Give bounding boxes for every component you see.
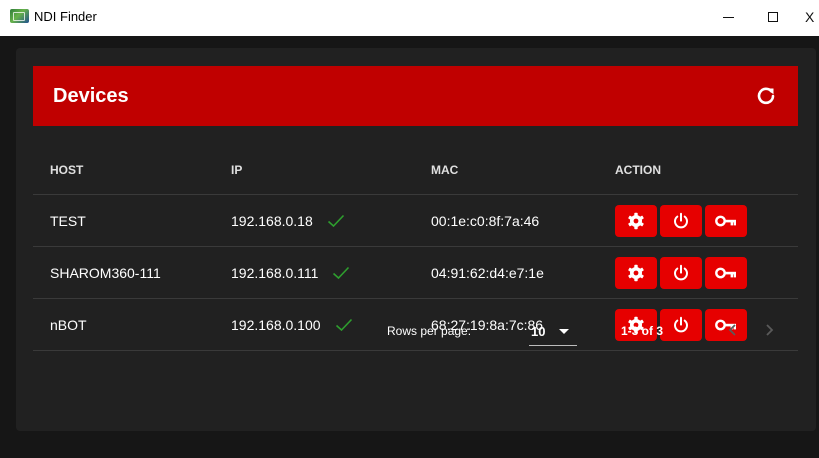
host-cell: SHAROM360-111 bbox=[50, 264, 161, 281]
maximize-icon bbox=[768, 12, 778, 22]
chevron-right-icon bbox=[766, 324, 774, 336]
table-row: TEST 192.168.0.18 00:1e:c0:8f:7a:46 bbox=[33, 195, 798, 247]
rows-per-page-select[interactable]: 10 bbox=[529, 316, 577, 346]
minimize-icon bbox=[722, 17, 734, 18]
power-button[interactable] bbox=[660, 256, 702, 289]
column-header-host: HOST bbox=[50, 162, 84, 177]
table-row: SHAROM360-111 192.168.0.111 04:91:62:d4:… bbox=[33, 247, 798, 299]
rows-per-page-value: 10 bbox=[531, 324, 546, 339]
ip-text: 192.168.0.18 bbox=[231, 212, 313, 229]
close-button[interactable]: X bbox=[805, 4, 819, 30]
table-header-row: HOST IP MAC ACTION bbox=[33, 145, 798, 195]
key-button[interactable] bbox=[705, 256, 747, 289]
key-icon bbox=[715, 215, 736, 226]
maximize-button[interactable] bbox=[759, 4, 787, 30]
gear-icon bbox=[628, 264, 644, 281]
key-button[interactable] bbox=[705, 204, 747, 237]
ndi-app-icon bbox=[10, 9, 29, 23]
close-icon: X bbox=[805, 9, 815, 25]
ip-cell: 192.168.0.111 bbox=[231, 247, 350, 298]
column-header-mac: MAC bbox=[431, 162, 459, 177]
devices-card: Devices HOST IP MAC ACTION TEST 192.168.… bbox=[16, 48, 816, 431]
action-cell bbox=[615, 195, 750, 246]
window-title: NDI Finder bbox=[34, 9, 97, 24]
minimize-button[interactable] bbox=[714, 4, 742, 30]
ip-text: 192.168.0.111 bbox=[231, 264, 319, 281]
ip-cell: 192.168.0.18 bbox=[231, 195, 345, 246]
check-icon bbox=[333, 266, 350, 279]
check-icon bbox=[327, 214, 344, 227]
action-cell bbox=[615, 247, 750, 298]
rows-per-page-label: Rows per page: bbox=[387, 324, 472, 338]
column-header-action: ACTION bbox=[615, 162, 661, 177]
caret-down-icon bbox=[559, 329, 569, 334]
host-cell: TEST bbox=[50, 212, 86, 229]
refresh-icon bbox=[757, 87, 775, 105]
refresh-button[interactable] bbox=[752, 82, 780, 110]
settings-button[interactable] bbox=[615, 204, 657, 237]
app-area: Devices HOST IP MAC ACTION TEST 192.168.… bbox=[0, 36, 819, 458]
power-icon bbox=[674, 264, 688, 280]
page-range-text: 1-3 of 3 bbox=[621, 324, 664, 338]
pagination-footer: Rows per page: 10 1-3 of 3 bbox=[33, 302, 798, 364]
power-button[interactable] bbox=[660, 204, 702, 237]
devices-header: Devices bbox=[33, 66, 798, 126]
gear-icon bbox=[628, 212, 644, 229]
next-page-button[interactable] bbox=[757, 318, 781, 342]
power-icon bbox=[674, 212, 688, 228]
settings-button[interactable] bbox=[615, 256, 657, 289]
page-title: Devices bbox=[53, 85, 129, 107]
chevron-left-icon bbox=[728, 324, 736, 336]
window-titlebar: NDI Finder X bbox=[0, 0, 819, 36]
column-header-ip: IP bbox=[231, 162, 243, 177]
previous-page-button[interactable] bbox=[721, 318, 745, 342]
mac-cell: 00:1e:c0:8f:7a:46 bbox=[431, 212, 540, 229]
mac-cell: 04:91:62:d4:e7:1e bbox=[431, 264, 544, 281]
key-icon bbox=[715, 267, 736, 278]
